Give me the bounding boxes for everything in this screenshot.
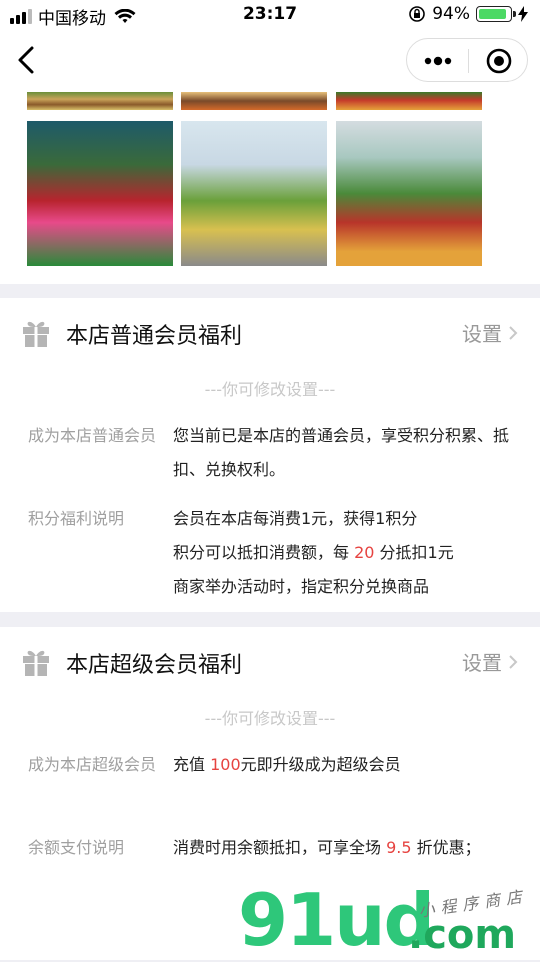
mini-program-capsule	[406, 38, 528, 82]
gift-icon	[23, 650, 49, 676]
section-title: 本店普通会员福利	[66, 324, 243, 349]
store-photo-gallery	[0, 92, 540, 284]
store-photo[interactable]	[27, 121, 173, 266]
store-photo[interactable]	[27, 92, 173, 110]
chevron-right-icon	[509, 325, 518, 340]
back-chevron-icon[interactable]	[10, 42, 46, 78]
row-value: 消费时用余额抵扣，可享全场 9.5 折优惠；	[173, 831, 513, 865]
row-value: 充值 100元即升级成为超级会员	[173, 748, 513, 782]
store-photo[interactable]	[336, 121, 482, 266]
edit-hint: ---你可修改设置---	[204, 380, 336, 399]
battery-icon	[476, 6, 516, 22]
text-segment: 积分可以抵扣消费额，每	[173, 543, 355, 562]
charging-bolt-icon	[518, 6, 528, 22]
store-photo[interactable]	[181, 121, 327, 266]
target-circle-icon	[486, 48, 512, 74]
text-segment: 消费时用余额抵扣，可享全场	[173, 838, 387, 857]
recharge-amount: 100	[210, 755, 241, 774]
settings-label: 设置	[462, 651, 502, 675]
points-ratio-value: 20	[354, 543, 375, 562]
chevron-right-icon	[509, 654, 518, 669]
row-value: 会员在本店每消费1元，获得1积分 积分可以抵扣消费额，每 20 分抵扣1元 商家…	[173, 502, 513, 604]
status-bar: 中国移动 23:17 94%	[0, 0, 540, 30]
battery-percent: 94%	[432, 4, 470, 24]
gift-icon	[23, 321, 49, 347]
text-segment: 充值	[173, 755, 211, 774]
rotation-lock-icon	[409, 6, 426, 22]
section-title: 本店超级会员福利	[66, 653, 243, 678]
store-photo[interactable]	[181, 92, 327, 110]
text-segment: 分抵扣1元	[374, 543, 454, 562]
section-header: 本店普通会员福利 设置	[0, 298, 540, 370]
settings-label: 设置	[462, 322, 502, 346]
close-mini-program-button[interactable]	[469, 39, 529, 83]
row-label: 成为本店普通会员	[28, 426, 157, 445]
settings-link[interactable]: 设置	[462, 318, 518, 347]
discount-rate: 9.5	[386, 838, 412, 857]
text-segment: 折优惠；	[411, 838, 481, 857]
nav-bar	[0, 30, 540, 92]
points-redeem-line: 积分可以抵扣消费额，每 20 分抵扣1元	[173, 536, 513, 570]
row-label: 积分福利说明	[28, 509, 125, 528]
store-photo[interactable]	[336, 92, 482, 110]
watermark-logo: 91ud .com 小程序商店	[238, 884, 538, 960]
row-label: 余额支付说明	[28, 838, 125, 857]
status-right: 94%	[408, 4, 528, 24]
text-segment: 元即升级成为超级会员	[240, 755, 401, 774]
row-label: 成为本店超级会员	[28, 755, 157, 774]
regular-member-section: 本店普通会员福利 设置 ---你可修改设置--- 成为本店普通会员 您当前已是本…	[0, 298, 540, 612]
edit-hint: ---你可修改设置---	[204, 709, 336, 728]
settings-link[interactable]: 设置	[462, 647, 518, 676]
watermark-main: 91ud	[238, 878, 435, 962]
points-earn-line: 会员在本店每消费1元，获得1积分	[173, 509, 418, 528]
more-dots-icon	[424, 56, 451, 66]
more-button[interactable]	[407, 39, 468, 83]
section-header: 本店超级会员福利 设置	[0, 627, 540, 699]
row-value: 您当前已是本店的普通会员，享受积分积累、抵扣、兑换权利。	[173, 426, 510, 479]
points-exchange-line: 商家举办活动时，指定积分兑换商品	[173, 577, 430, 596]
